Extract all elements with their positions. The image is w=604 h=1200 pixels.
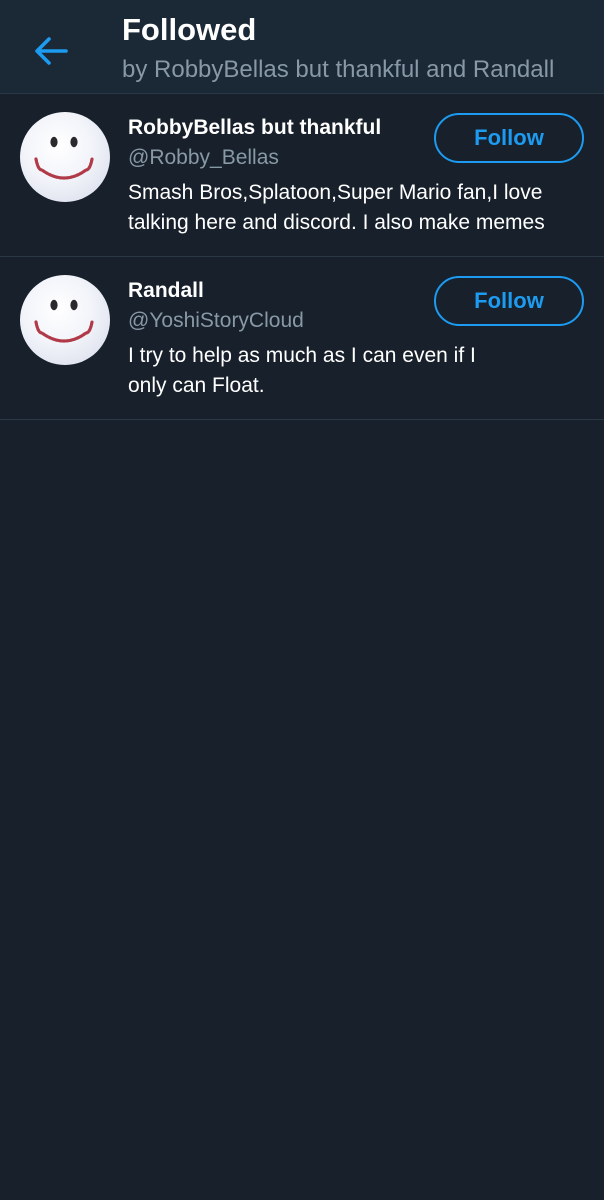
smiley-face-icon	[34, 299, 94, 343]
follow-button[interactable]: Follow	[434, 276, 584, 326]
app-bar: Followed by RobbyBellas but thankful and…	[0, 0, 604, 94]
user-display-name[interactable]: RobbyBellas but thankful	[128, 116, 381, 140]
avatar[interactable]	[20, 275, 110, 365]
page-title: Followed	[122, 12, 257, 47]
smiley-face-icon	[34, 136, 94, 180]
user-handle[interactable]: @YoshiStoryCloud	[128, 309, 304, 333]
follow-button[interactable]: Follow	[434, 113, 584, 163]
back-button[interactable]	[26, 26, 76, 76]
user-bio: I try to help as much as I can even if I…	[128, 344, 476, 397]
user-row[interactable]: RobbyBellas but thankful @Robby_Bellas S…	[0, 94, 604, 257]
user-display-name[interactable]: Randall	[128, 279, 204, 303]
user-list: RobbyBellas but thankful @Robby_Bellas S…	[0, 94, 604, 420]
user-handle[interactable]: @Robby_Bellas	[128, 146, 279, 170]
user-bio: Smash Bros,Splatoon,Super Mario fan,I lo…	[128, 181, 545, 234]
arrow-left-icon	[35, 37, 68, 65]
user-row[interactable]: Randall @YoshiStoryCloud I try to help a…	[0, 257, 604, 420]
avatar[interactable]	[20, 112, 110, 202]
page-subtitle: by RobbyBellas but thankful and Randall	[122, 56, 555, 83]
